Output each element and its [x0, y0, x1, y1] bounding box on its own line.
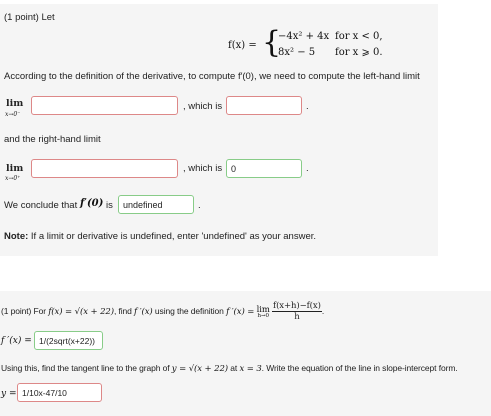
problem-2-fprime: f ′(x)	[134, 306, 153, 317]
note-label: Note:	[4, 231, 29, 242]
piecewise-case2-expr: 8x² − 5	[278, 47, 316, 58]
tangent-statement: Using this, find the tangent line to the…	[1, 363, 458, 374]
tangent-point: x = 3	[239, 364, 262, 374]
tangent-line-input[interactable]	[17, 383, 102, 402]
piecewise-case1-expr: −4x² + 4x	[278, 31, 330, 42]
left-limit-period: .	[306, 101, 309, 112]
conclude-text: We conclude that	[4, 200, 78, 211]
tangent-statement-a: Using this, find the tangent line to the…	[1, 363, 170, 373]
piecewise-case2-cond: for x ⩾ 0.	[335, 47, 383, 58]
conclude-fprime: f′(0)	[80, 198, 104, 209]
conclude-input[interactable]	[118, 195, 194, 214]
problem-2-definition-lhs: f ′(x) =	[226, 306, 255, 317]
piecewise-lhs: f(x) =	[228, 40, 257, 51]
left-limit-lim: lim	[6, 98, 24, 109]
right-limit-intro: and the right-hand limit	[4, 134, 101, 145]
left-limit-result-input[interactable]	[226, 96, 302, 115]
difference-quotient-denominator: h	[294, 312, 300, 322]
difference-quotient: f(x+h)−f(x) h	[272, 301, 322, 322]
problem-2-lim-sub: h→0	[257, 312, 269, 319]
problem-2-limit: lim h→0	[257, 305, 270, 319]
note-text: If a limit or derivative is undefined, e…	[30, 231, 317, 242]
derivative-intro-text: According to the definition of the deriv…	[4, 71, 420, 82]
y-label: y =	[1, 389, 17, 399]
right-limit-which-is: , which is	[183, 163, 223, 174]
problem-2-statement-c: using the definition	[154, 305, 224, 316]
difference-quotient-numerator: f(x+h)−f(x)	[272, 301, 322, 312]
problem-1-header: (1 point) Let	[4, 12, 55, 23]
right-limit-period: .	[306, 163, 309, 174]
left-limit-input[interactable]	[31, 96, 178, 115]
problem-2-statement: (1 point) For f(x) = √(x + 22), find f ′…	[1, 301, 324, 322]
problem-2-statement-a: (1 point) For	[1, 305, 46, 316]
right-limit-input[interactable]	[31, 159, 178, 178]
left-limit-subscript: x→0⁻	[5, 111, 21, 118]
tangent-statement-b: at	[230, 363, 238, 373]
right-limit-result-input[interactable]	[226, 159, 302, 178]
note: Note: If a limit or derivative is undefi…	[4, 231, 316, 242]
right-limit-subscript: x→0⁺	[5, 175, 21, 182]
conclude-period: .	[198, 200, 201, 211]
problem-2-statement-b: , find	[113, 305, 132, 316]
right-limit-lim: lim	[6, 163, 24, 174]
left-limit-which-is: , which is	[183, 101, 223, 112]
piecewise-case1-cond: for x < 0,	[335, 31, 383, 42]
derivative-answer-input[interactable]	[34, 331, 103, 350]
tangent-graph-equation: y = √(x + 22)	[171, 364, 229, 374]
problem-2-statement-end: .	[321, 305, 325, 316]
answer-label: f ′(x) =	[1, 336, 32, 346]
problem-2-function: f(x) = √(x + 22)	[48, 306, 114, 317]
conclude-is: is	[106, 200, 113, 211]
tangent-statement-c: . Write the equation of the line in slop…	[261, 363, 458, 373]
